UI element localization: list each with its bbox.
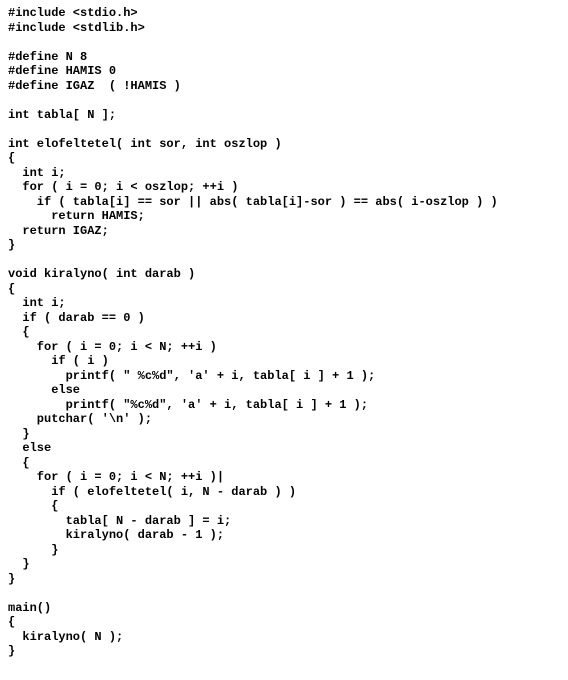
source-code-block: #include <stdio.h> #include <stdlib.h> #…: [0, 0, 568, 665]
